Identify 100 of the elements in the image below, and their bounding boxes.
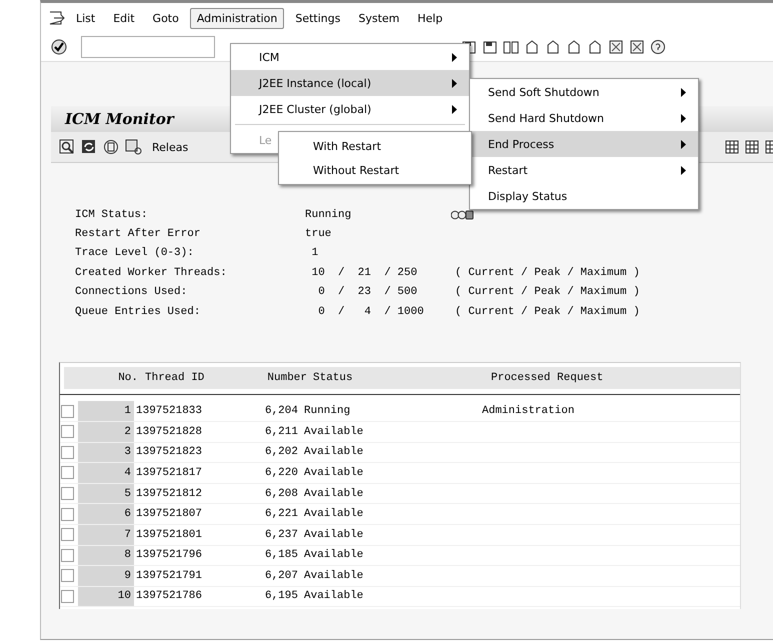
house-icon[interactable] bbox=[587, 39, 603, 55]
table-cell: 5 bbox=[78, 484, 134, 504]
table-cell-text: 1397521817 bbox=[135, 466, 204, 479]
row-checkbox[interactable] bbox=[61, 446, 74, 459]
table-cell: 2 bbox=[78, 422, 134, 442]
menu-item[interactable]: List bbox=[69, 8, 102, 28]
menu-option[interactable]: End Process bbox=[470, 131, 698, 157]
table-cell-text: 6,207 bbox=[264, 570, 299, 582]
table-cell: 4 bbox=[78, 463, 134, 483]
table-cell: 1 bbox=[78, 401, 134, 421]
magnifier-icon[interactable] bbox=[59, 139, 75, 155]
row-checkbox[interactable] bbox=[61, 569, 74, 582]
status-legend: ( Current / Peak / Maximum ) bbox=[455, 266, 640, 279]
row-checkbox[interactable] bbox=[61, 487, 74, 500]
table-cell-text: Available bbox=[304, 488, 364, 500]
status-value: 0 / 23 / 500 bbox=[317, 286, 418, 298]
menu-option[interactable]: With Restart bbox=[279, 134, 471, 158]
status-label: Queue Entries Used: bbox=[75, 306, 202, 318]
menu-option[interactable]: Send Hard Shutdown bbox=[470, 105, 698, 131]
table-cell-text: 6,211 bbox=[264, 426, 299, 438]
table-cell-text: Available bbox=[304, 446, 364, 458]
window-icon[interactable] bbox=[629, 39, 645, 55]
table-cell-text: 1397521801 bbox=[135, 528, 204, 541]
table-cell-text: 6,237 bbox=[264, 528, 299, 541]
status-label: ICM Status: bbox=[75, 208, 149, 221]
menu-option[interactable]: Display Status bbox=[470, 183, 698, 209]
checkmark-icon[interactable] bbox=[51, 39, 67, 55]
table-cell-text: Available bbox=[304, 508, 364, 520]
table-cell-text: Available bbox=[304, 590, 364, 602]
table-cell-text: 1397521812 bbox=[135, 488, 204, 500]
grid-icon[interactable] bbox=[725, 140, 739, 154]
table-cell-text: Available bbox=[304, 528, 364, 541]
menu-option[interactable]: ICM bbox=[231, 44, 469, 70]
table-cell-text: 6,202 bbox=[264, 446, 299, 458]
table-cell: 9 bbox=[78, 566, 134, 586]
status-label: Created Worker Threads: bbox=[75, 266, 228, 279]
menu-item[interactable]: System bbox=[351, 8, 406, 28]
row-checkbox[interactable] bbox=[61, 528, 74, 542]
house-icon[interactable] bbox=[545, 39, 561, 55]
table-cell-text: 1397521833 bbox=[135, 405, 204, 418]
menu-item[interactable]: Settings bbox=[288, 8, 348, 28]
row-checkbox[interactable] bbox=[61, 404, 74, 418]
row-checkbox[interactable] bbox=[61, 508, 74, 521]
exit-icon[interactable] bbox=[49, 11, 65, 25]
status-legend: ( Current / Peak / Maximum ) bbox=[455, 286, 640, 298]
row-checkbox[interactable] bbox=[61, 466, 74, 480]
menu-option[interactable]: Without Restart bbox=[279, 158, 471, 182]
table-cell-text: 6,220 bbox=[264, 466, 299, 479]
table-cell-text: 1397521828 bbox=[135, 426, 204, 438]
house-icon[interactable] bbox=[524, 39, 540, 55]
grid-icon[interactable] bbox=[745, 140, 759, 154]
release-button[interactable]: Releas bbox=[149, 138, 192, 156]
status-label: Trace Level (0-3): bbox=[75, 247, 195, 260]
row-checkbox[interactable] bbox=[61, 425, 74, 438]
database-icon[interactable] bbox=[125, 139, 143, 155]
table-cell-text: 6,208 bbox=[264, 488, 299, 500]
traffic-light-icon bbox=[451, 210, 475, 220]
save-icon[interactable] bbox=[482, 39, 498, 55]
menu-item[interactable]: Administration bbox=[190, 8, 284, 28]
table-cell-text: 6,185 bbox=[264, 549, 299, 562]
table-cell-text: 6,204 bbox=[264, 405, 299, 418]
command-field[interactable] bbox=[81, 36, 215, 58]
table-cell-text: Available bbox=[304, 570, 364, 582]
column-header[interactable]: Processed Request bbox=[491, 372, 604, 384]
table-cell: 6 bbox=[78, 504, 134, 524]
refresh-icon[interactable] bbox=[81, 139, 97, 155]
table-cell: 10 bbox=[78, 586, 134, 606]
menu-option[interactable]: Restart bbox=[470, 157, 698, 183]
row-checkbox[interactable] bbox=[61, 548, 74, 562]
status-value: true bbox=[305, 228, 332, 240]
table-cell-text: 1397521791 bbox=[135, 570, 204, 582]
column-header[interactable]: No. bbox=[64, 372, 142, 384]
table-cell-text: Running bbox=[304, 405, 352, 418]
house-icon[interactable] bbox=[566, 39, 582, 55]
table-cell-text: Available bbox=[304, 549, 364, 562]
menu-item[interactable]: Help bbox=[410, 8, 450, 28]
column-header[interactable]: Number bbox=[255, 372, 313, 384]
help-icon[interactable] bbox=[650, 39, 666, 55]
table-cell: 7 bbox=[78, 524, 134, 544]
status-legend: ( Current / Peak / Maximum ) bbox=[455, 306, 640, 318]
table-cell-text: 6,195 bbox=[264, 590, 299, 602]
table-cell-text: Available bbox=[304, 426, 364, 438]
table-cell-text: 6,221 bbox=[264, 508, 299, 520]
status-value: 1 bbox=[310, 247, 320, 260]
table-cell-text: Available bbox=[304, 466, 364, 479]
menu-item[interactable]: Goto bbox=[146, 8, 186, 28]
status-value: Running bbox=[305, 208, 352, 221]
window-icon[interactable] bbox=[608, 39, 624, 55]
table-cell-text: 1397521807 bbox=[135, 508, 204, 520]
table-cell-text: 1397521786 bbox=[135, 590, 204, 602]
table-cell-text: 1397521796 bbox=[135, 549, 204, 562]
status-label: Restart After Error bbox=[75, 228, 202, 240]
menu-option[interactable]: J2EE Instance (local) bbox=[231, 70, 469, 96]
menu-item[interactable]: Edit bbox=[106, 8, 142, 28]
table-cell: Administration bbox=[482, 405, 574, 418]
column-header[interactable]: Thread ID bbox=[142, 372, 255, 384]
menu-option[interactable]: Send Soft Shutdown bbox=[470, 79, 698, 105]
column-header[interactable]: Status bbox=[313, 372, 491, 384]
row-checkbox[interactable] bbox=[61, 590, 74, 603]
table-cell-text: 1397521823 bbox=[135, 446, 204, 458]
